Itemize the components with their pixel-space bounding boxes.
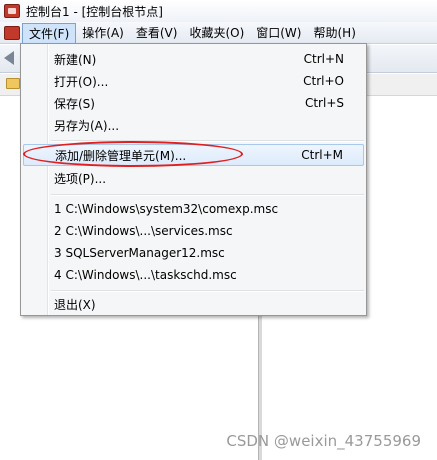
file-menu-dropdown: 新建(N) Ctrl+N 打开(O)... Ctrl+O 保存(S) Ctrl+… xyxy=(20,43,367,316)
menu-item-label: 保存(S) xyxy=(54,96,95,111)
menu-item-label: 3 SQLServerManager12.msc xyxy=(54,246,225,260)
menu-item-shortcut: Ctrl+M xyxy=(301,148,343,162)
menu-item-options[interactable]: 选项(P)... xyxy=(23,167,364,189)
menu-item-shortcut: Ctrl+O xyxy=(303,74,344,88)
menu-separator xyxy=(51,194,364,196)
menu-item-label: 4 C:\Windows\...\taskschd.msc xyxy=(54,268,237,282)
menu-item-recent-2[interactable]: 2 C:\Windows\...\services.msc xyxy=(23,220,364,242)
folder-icon[interactable] xyxy=(6,78,20,89)
title-bar: 控制台1 - [控制台根节点] xyxy=(0,0,437,22)
menu-bar: 文件(F) 操作(A) 查看(V) 收藏夹(O) 窗口(W) 帮助(H) xyxy=(0,22,437,44)
menu-item-open[interactable]: 打开(O)... Ctrl+O xyxy=(23,70,364,92)
menu-item-shortcut: Ctrl+S xyxy=(304,96,344,110)
menu-item-add-remove-snapin[interactable]: 添加/删除管理单元(M)... Ctrl+M xyxy=(23,144,364,166)
menu-item-label: 2 C:\Windows\...\services.msc xyxy=(54,224,233,238)
menu-separator xyxy=(51,140,364,142)
menu-item-label: 1 C:\Windows\system32\comexp.msc xyxy=(54,202,279,216)
console-menu-icon[interactable] xyxy=(4,25,20,40)
menu-window[interactable]: 窗口(W) xyxy=(250,23,307,43)
menu-file[interactable]: 文件(F) xyxy=(22,22,77,43)
menu-item-label: 新建(N) xyxy=(54,52,97,67)
menu-favorites[interactable]: 收藏夹(O) xyxy=(183,23,250,43)
menu-item-exit[interactable]: 退出(X) xyxy=(23,293,364,315)
menu-help[interactable]: 帮助(H) xyxy=(307,23,361,43)
back-arrow-icon[interactable] xyxy=(4,51,14,65)
menu-item-save-as[interactable]: 另存为(A)... xyxy=(23,114,364,136)
menu-separator xyxy=(51,290,364,292)
mmc-app-icon[interactable] xyxy=(4,4,20,18)
menu-item-recent-4[interactable]: 4 C:\Windows\...\taskschd.msc xyxy=(23,264,364,286)
menu-action[interactable]: 操作(A) xyxy=(76,23,130,43)
menu-item-label: 另存为(A)... xyxy=(54,118,120,133)
menu-item-recent-3[interactable]: 3 SQLServerManager12.msc xyxy=(23,242,364,264)
menu-item-save[interactable]: 保存(S) Ctrl+S xyxy=(23,92,364,114)
menu-item-label: 选项(P)... xyxy=(54,171,107,186)
menu-item-label: 添加/删除管理单元(M)... xyxy=(55,148,187,163)
menu-view[interactable]: 查看(V) xyxy=(130,23,184,43)
menu-item-shortcut: Ctrl+N xyxy=(303,52,344,66)
window-title: 控制台1 - [控制台根节点] xyxy=(26,4,163,19)
menu-item-recent-1[interactable]: 1 C:\Windows\system32\comexp.msc xyxy=(23,198,364,220)
menu-item-label: 打开(O)... xyxy=(54,74,109,89)
menu-item-label: 退出(X) xyxy=(54,297,96,312)
watermark: CSDN @weixin_43755969 xyxy=(226,432,421,450)
menu-item-new[interactable]: 新建(N) Ctrl+N xyxy=(23,48,364,70)
